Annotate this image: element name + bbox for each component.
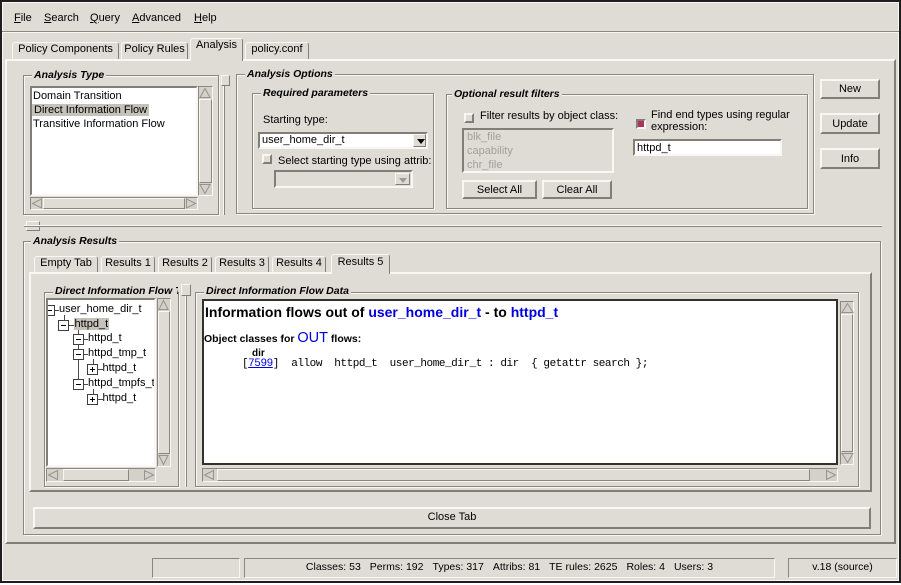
tree-expander-plus-icon[interactable] — [87, 364, 98, 375]
rule-line: [7599] allow httpd_t user_home_dir_t : d… — [242, 358, 648, 370]
scroll-up-icon[interactable] — [158, 299, 170, 311]
subline-suffix: flows: — [328, 333, 361, 345]
flow-tree-hscrollbar[interactable] — [46, 468, 156, 482]
flow-data-title: Direct Information Flow Data — [204, 285, 351, 297]
rule-text: ] allow httpd_t user_home_dir_t : dir { … — [273, 358, 648, 370]
scroll-up-icon[interactable] — [841, 302, 853, 314]
tree-expander-minus-icon[interactable] — [73, 349, 84, 360]
tree-node-label[interactable]: httpd_tmp_t — [88, 347, 146, 359]
scroll-right-icon[interactable] — [825, 469, 837, 481]
tree-node-label[interactable]: httpd_tmpfs_t — [88, 377, 155, 389]
tree-node-label[interactable]: httpd_t — [74, 318, 110, 330]
scroll-down-icon[interactable] — [158, 454, 170, 466]
scroll-thumb[interactable] — [841, 314, 853, 452]
tree-expander-minus-icon[interactable] — [73, 379, 84, 390]
subline-flow-direction: OUT — [297, 330, 328, 346]
flow-tree-title: Direct Information Flow Tree — [53, 285, 178, 297]
scroll-thumb[interactable] — [158, 311, 170, 454]
results-sash-handle[interactable] — [181, 284, 191, 296]
tree-expander-plus-icon[interactable] — [87, 394, 98, 405]
close-tab-label: Close Tab — [428, 511, 477, 523]
flow-data-text[interactable]: Information flows out of user_home_dir_t… — [202, 299, 838, 465]
flow-headline: Information flows out of user_home_dir_t… — [205, 304, 558, 320]
tree-expander-minus-icon[interactable] — [46, 305, 55, 316]
tree-node-label[interactable]: httpd_t — [103, 362, 137, 374]
subline-prefix: Object classes for — [204, 333, 297, 345]
tree-node-label[interactable]: user_home_dir_t — [59, 303, 142, 315]
tree-node-label[interactable]: httpd_t — [88, 332, 122, 344]
flow-data-vscrollbar[interactable] — [840, 301, 854, 465]
flow-subline: Object classes for OUT flows: — [204, 330, 361, 346]
scroll-left-icon[interactable] — [47, 469, 59, 481]
results-sash[interactable] — [185, 296, 187, 487]
tree-expander-minus-icon[interactable] — [58, 320, 69, 331]
results-panel-content: Direct Information Flow Tree user_home_d… — [2, 2, 901, 585]
page-content: Analysis Type Domain Transition Direct I… — [2, 2, 901, 585]
scroll-trough[interactable] — [129, 469, 143, 481]
tree-node-label[interactable]: httpd_t — [103, 392, 137, 404]
scroll-thumb[interactable] — [217, 469, 810, 481]
flow-data-hscrollbar[interactable] — [202, 468, 838, 482]
flow-tree-vscrollbar[interactable] — [157, 298, 171, 467]
apol-window: File Search Query Advanced Help Policy C… — [0, 0, 901, 583]
scroll-left-icon[interactable] — [203, 469, 215, 481]
headline-prefix: Information flows out of — [205, 304, 368, 320]
headline-source-type: user_home_dir_t — [368, 304, 481, 320]
tree-expander-minus-icon[interactable] — [73, 334, 84, 345]
scroll-thumb[interactable] — [63, 469, 129, 481]
scroll-trough[interactable] — [810, 469, 825, 481]
flow-tree[interactable]: user_home_dir_t httpd_t httpd_t httpd_tmp_t… — [46, 298, 156, 467]
rule-id-link[interactable]: 7599 — [248, 358, 273, 370]
headline-mid: - to — [481, 304, 511, 320]
scroll-right-icon[interactable] — [143, 469, 155, 481]
headline-target-type: httpd_t — [511, 304, 558, 320]
close-tab-button[interactable]: Close Tab — [33, 507, 871, 529]
scroll-down-icon[interactable] — [841, 452, 853, 464]
